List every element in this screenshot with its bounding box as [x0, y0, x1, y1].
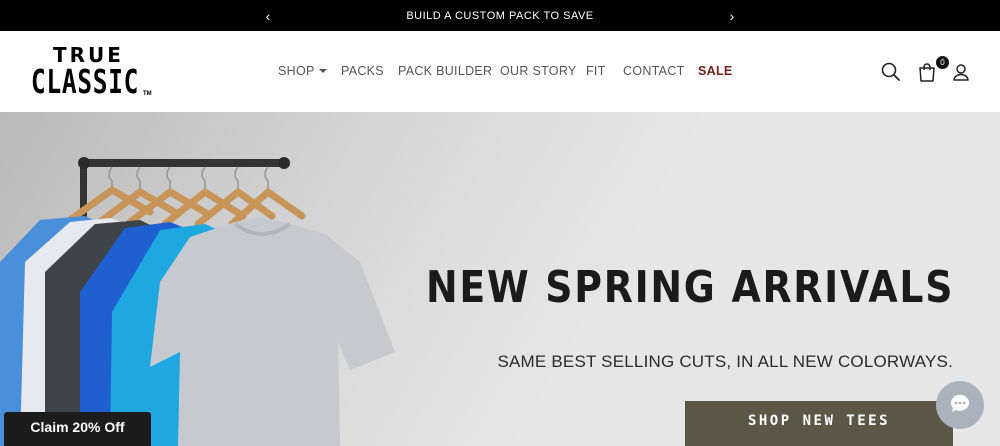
nav-shop-label: SHOP — [278, 64, 315, 78]
nav-shop[interactable]: SHOP — [278, 64, 327, 78]
search-icon[interactable] — [880, 61, 902, 83]
hero-title: NEW SPRING ARRIVALS — [425, 262, 954, 313]
cart-count-badge: 0 — [936, 56, 949, 69]
announcement-next-button[interactable]: › — [722, 0, 742, 31]
announcement-bar: ‹ BUILD A CUSTOM PACK TO SAVE › — [0, 0, 1000, 31]
shop-new-tees-button[interactable]: SHOP NEW TEES — [685, 401, 953, 446]
nav-pack-builder[interactable]: PACK BUILDER — [398, 64, 492, 78]
hero-subtitle: SAME BEST SELLING CUTS, IN ALL NEW COLOR… — [497, 352, 953, 371]
nav-packs[interactable]: PACKS — [341, 64, 384, 78]
announcement-prev-button[interactable]: ‹ — [258, 0, 278, 31]
nav-fit[interactable]: FIT — [586, 64, 606, 78]
site-header: TRUE CLASSIC TM SHOP PACKS PACK BUILDER … — [0, 31, 1000, 112]
announcement-text[interactable]: BUILD A CUSTOM PACK TO SAVE — [406, 10, 593, 22]
account-icon[interactable] — [950, 61, 972, 83]
main-nav: SHOP PACKS PACK BUILDER OUR STORY FIT CO… — [0, 31, 1000, 112]
nav-contact[interactable]: CONTACT — [623, 64, 685, 78]
cart-icon[interactable] — [916, 61, 938, 83]
nav-our-story[interactable]: OUR STORY — [500, 64, 577, 78]
hero-banner: NEW SPRING ARRIVALS SAME BEST SELLING CU… — [0, 112, 1000, 446]
chat-bubble-icon — [948, 392, 972, 419]
chat-button[interactable] — [936, 381, 984, 429]
nav-sale[interactable]: SALE — [698, 64, 733, 78]
claim-discount-button[interactable]: Claim 20% Off — [4, 412, 151, 446]
chevron-down-icon — [318, 69, 327, 73]
tshirt-rack-image — [0, 157, 395, 446]
